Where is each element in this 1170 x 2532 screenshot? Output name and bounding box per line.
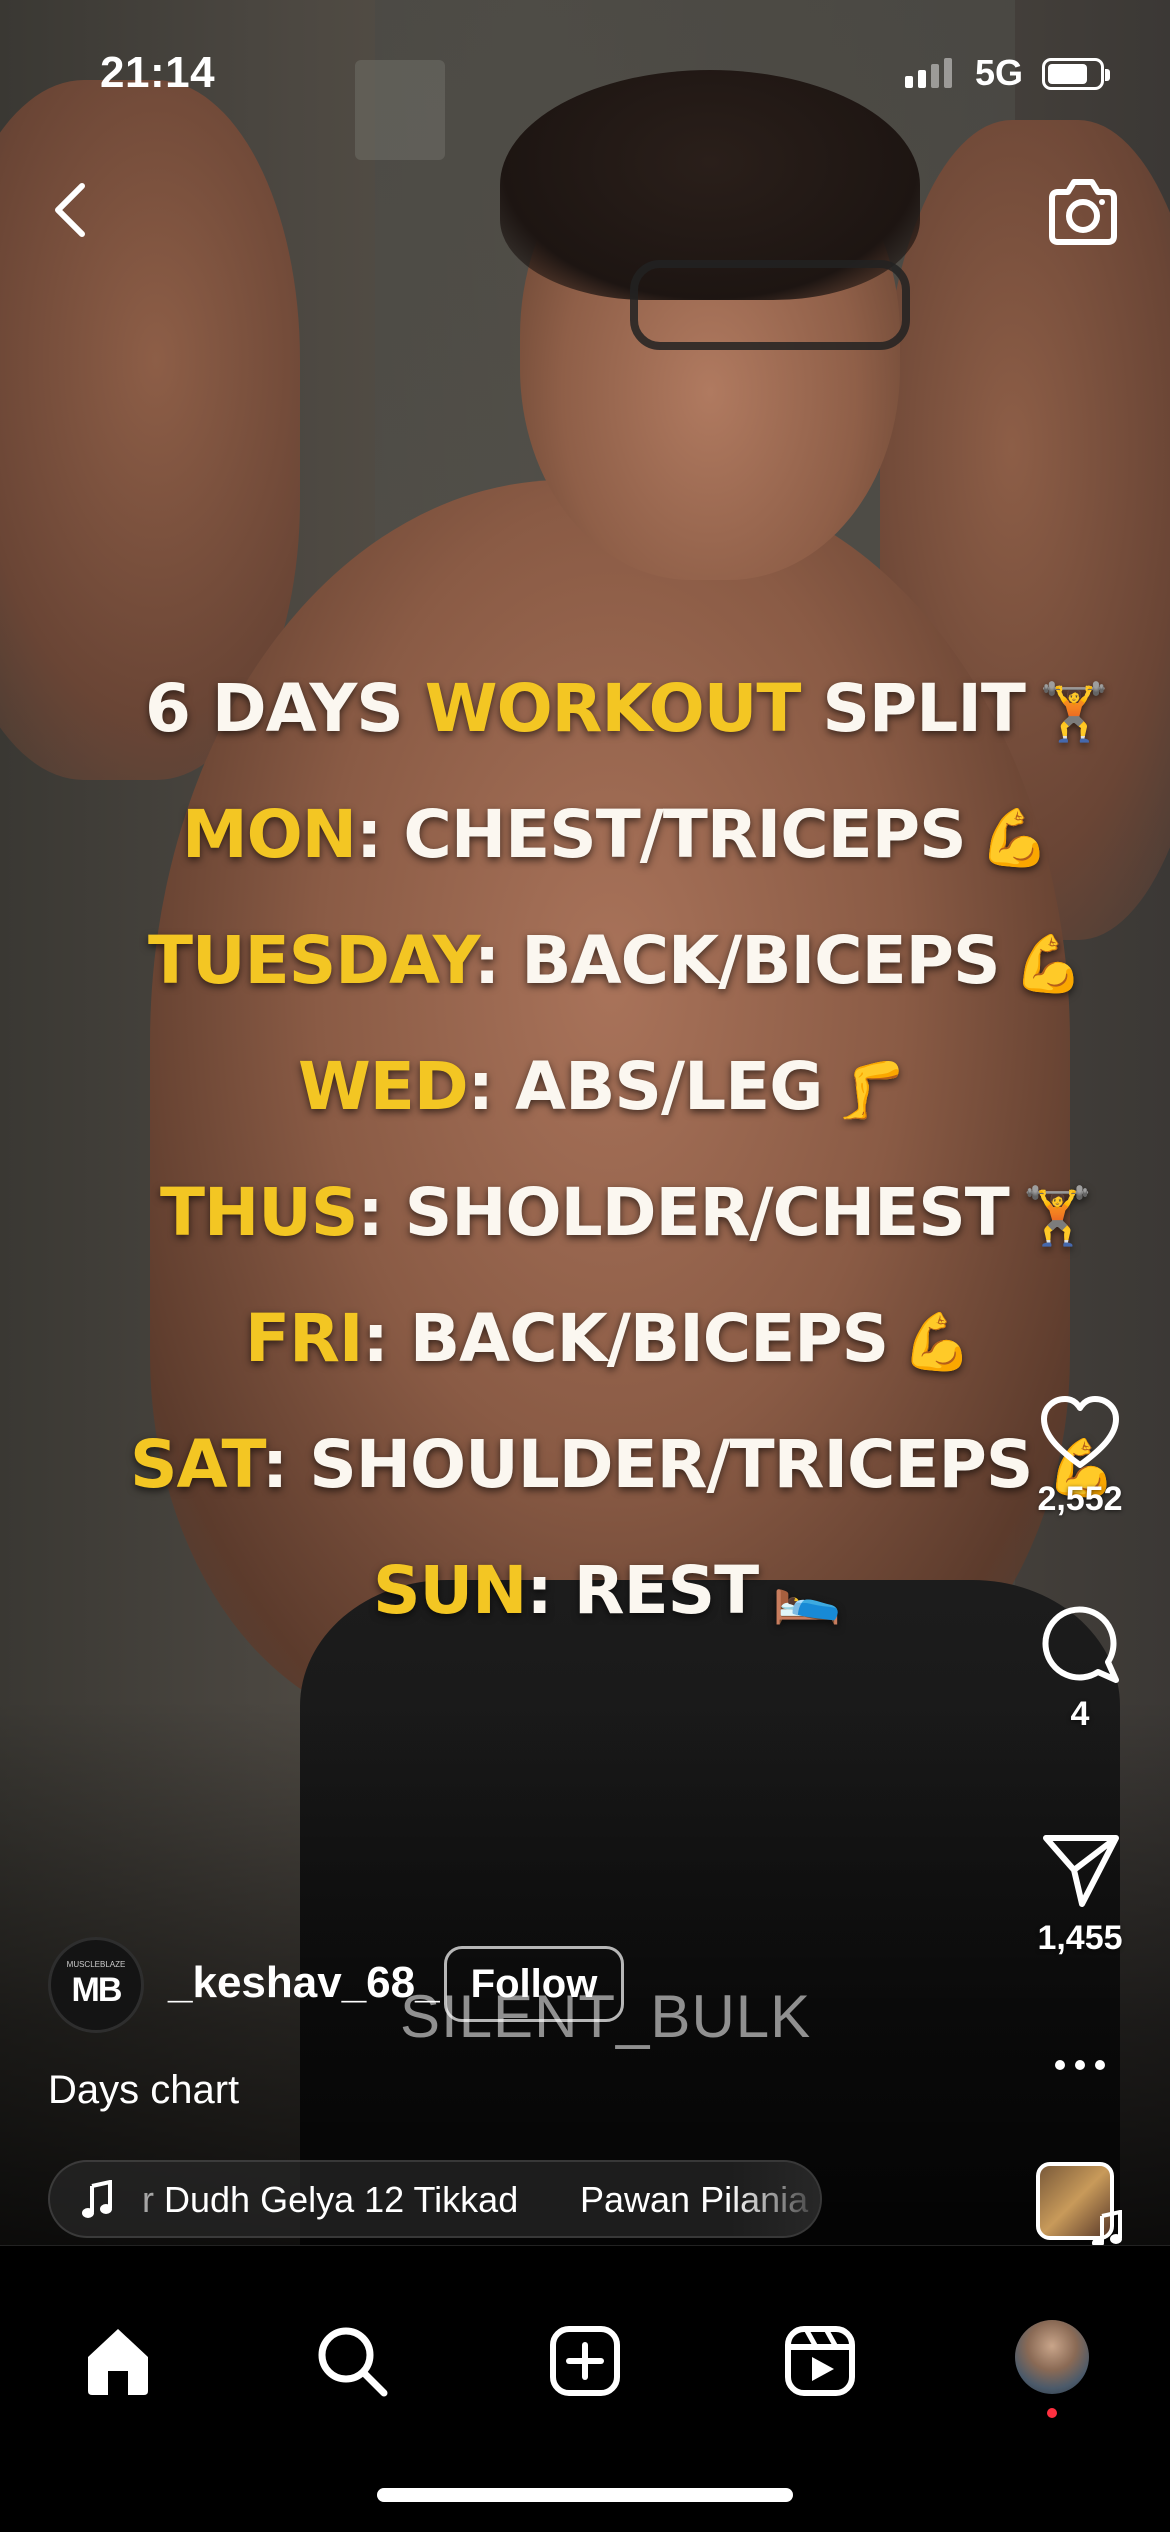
overlay-line: 6 DAYS WORKOUT SPLIT 🏋️: [145, 670, 1109, 747]
comment-icon[interactable]: [1038, 1602, 1122, 1686]
more-button[interactable]: [1020, 2050, 1140, 2085]
flexed-biceps-emoji: 💪: [902, 1310, 972, 1375]
search-icon: [318, 2327, 388, 2397]
flexed-biceps-emoji: 💪: [1013, 932, 1084, 997]
overlay-line: THUS: SHOLDER/CHEST 🏋️: [160, 1174, 1093, 1251]
create-icon: [550, 2326, 620, 2396]
music-note-icon: [82, 2180, 112, 2218]
nav-reels[interactable]: [780, 2321, 860, 2401]
home-indicator[interactable]: [377, 2488, 793, 2502]
glasses: [630, 260, 910, 350]
status-time: 21:14: [100, 48, 216, 97]
nav-profile-avatar[interactable]: [1015, 2320, 1089, 2394]
music-pill[interactable]: r Dudh Gelya 12 Tikkad Pawan Pilania: [48, 2160, 822, 2238]
network-label: 5G: [975, 52, 1024, 93]
overlay-line: SUN: REST 🛌: [373, 1552, 842, 1629]
signal-icon: [905, 58, 952, 88]
overlay-line: WED: ABS/LEG 🦵: [298, 1048, 906, 1125]
weightlifter-emoji: 🏋️: [1038, 680, 1109, 745]
more-icon[interactable]: [1050, 2050, 1110, 2080]
video-watermark: SILENT_BULK: [400, 1983, 812, 2050]
leg-emoji: 🦵: [836, 1058, 906, 1123]
notification-dot: [1047, 2408, 1057, 2418]
reels-icon: [785, 2326, 855, 2396]
nav-search[interactable]: [312, 2321, 392, 2401]
comment-action[interactable]: 4: [1020, 1602, 1140, 1734]
music-note-icon: [1092, 2210, 1122, 2248]
heart-icon[interactable]: [1038, 1395, 1122, 1471]
share-count: 1,455: [1037, 1919, 1123, 1957]
back-icon: [55, 183, 85, 237]
overlay-line: SAT: SHOULDER/TRICEPS 💪: [130, 1426, 1116, 1503]
music-track: r Dudh Gelya 12 Tikkad: [142, 2179, 519, 2220]
weightlifter-emoji: 🏋️: [1022, 1184, 1093, 1249]
like-action[interactable]: 2,552: [1020, 1395, 1140, 1519]
overlay-line: FRI: BACK/BICEPS 💪: [245, 1300, 972, 1377]
share-action[interactable]: 1,455: [1020, 1830, 1140, 1958]
nav-home[interactable]: [78, 2321, 158, 2401]
comment-count: 4: [1070, 1695, 1090, 1733]
back-button[interactable]: [40, 170, 100, 250]
nav-create[interactable]: [545, 2321, 625, 2401]
camera-icon: [1049, 179, 1117, 245]
bed-emoji: 🛌: [772, 1562, 842, 1627]
music-fade: [730, 2162, 820, 2236]
battery-icon: [1042, 58, 1110, 90]
camera-button[interactable]: [1040, 170, 1126, 256]
author-username[interactable]: _keshav_68_: [168, 1958, 440, 2008]
flexed-biceps-emoji: 💪: [979, 806, 1050, 871]
door-hinge: [355, 60, 445, 160]
overlay-line: TUESDAY: BACK/BICEPS 💪: [148, 922, 1084, 999]
share-icon[interactable]: [1038, 1830, 1122, 1910]
post-caption[interactable]: Days chart: [48, 2068, 239, 2113]
overlay-line: MON: CHEST/TRICEPS 💪: [182, 796, 1050, 873]
like-count: 2,552: [1037, 1480, 1123, 1518]
author-avatar[interactable]: MUSCLEBLAZE MB: [48, 1937, 144, 2033]
home-icon: [88, 2329, 148, 2395]
